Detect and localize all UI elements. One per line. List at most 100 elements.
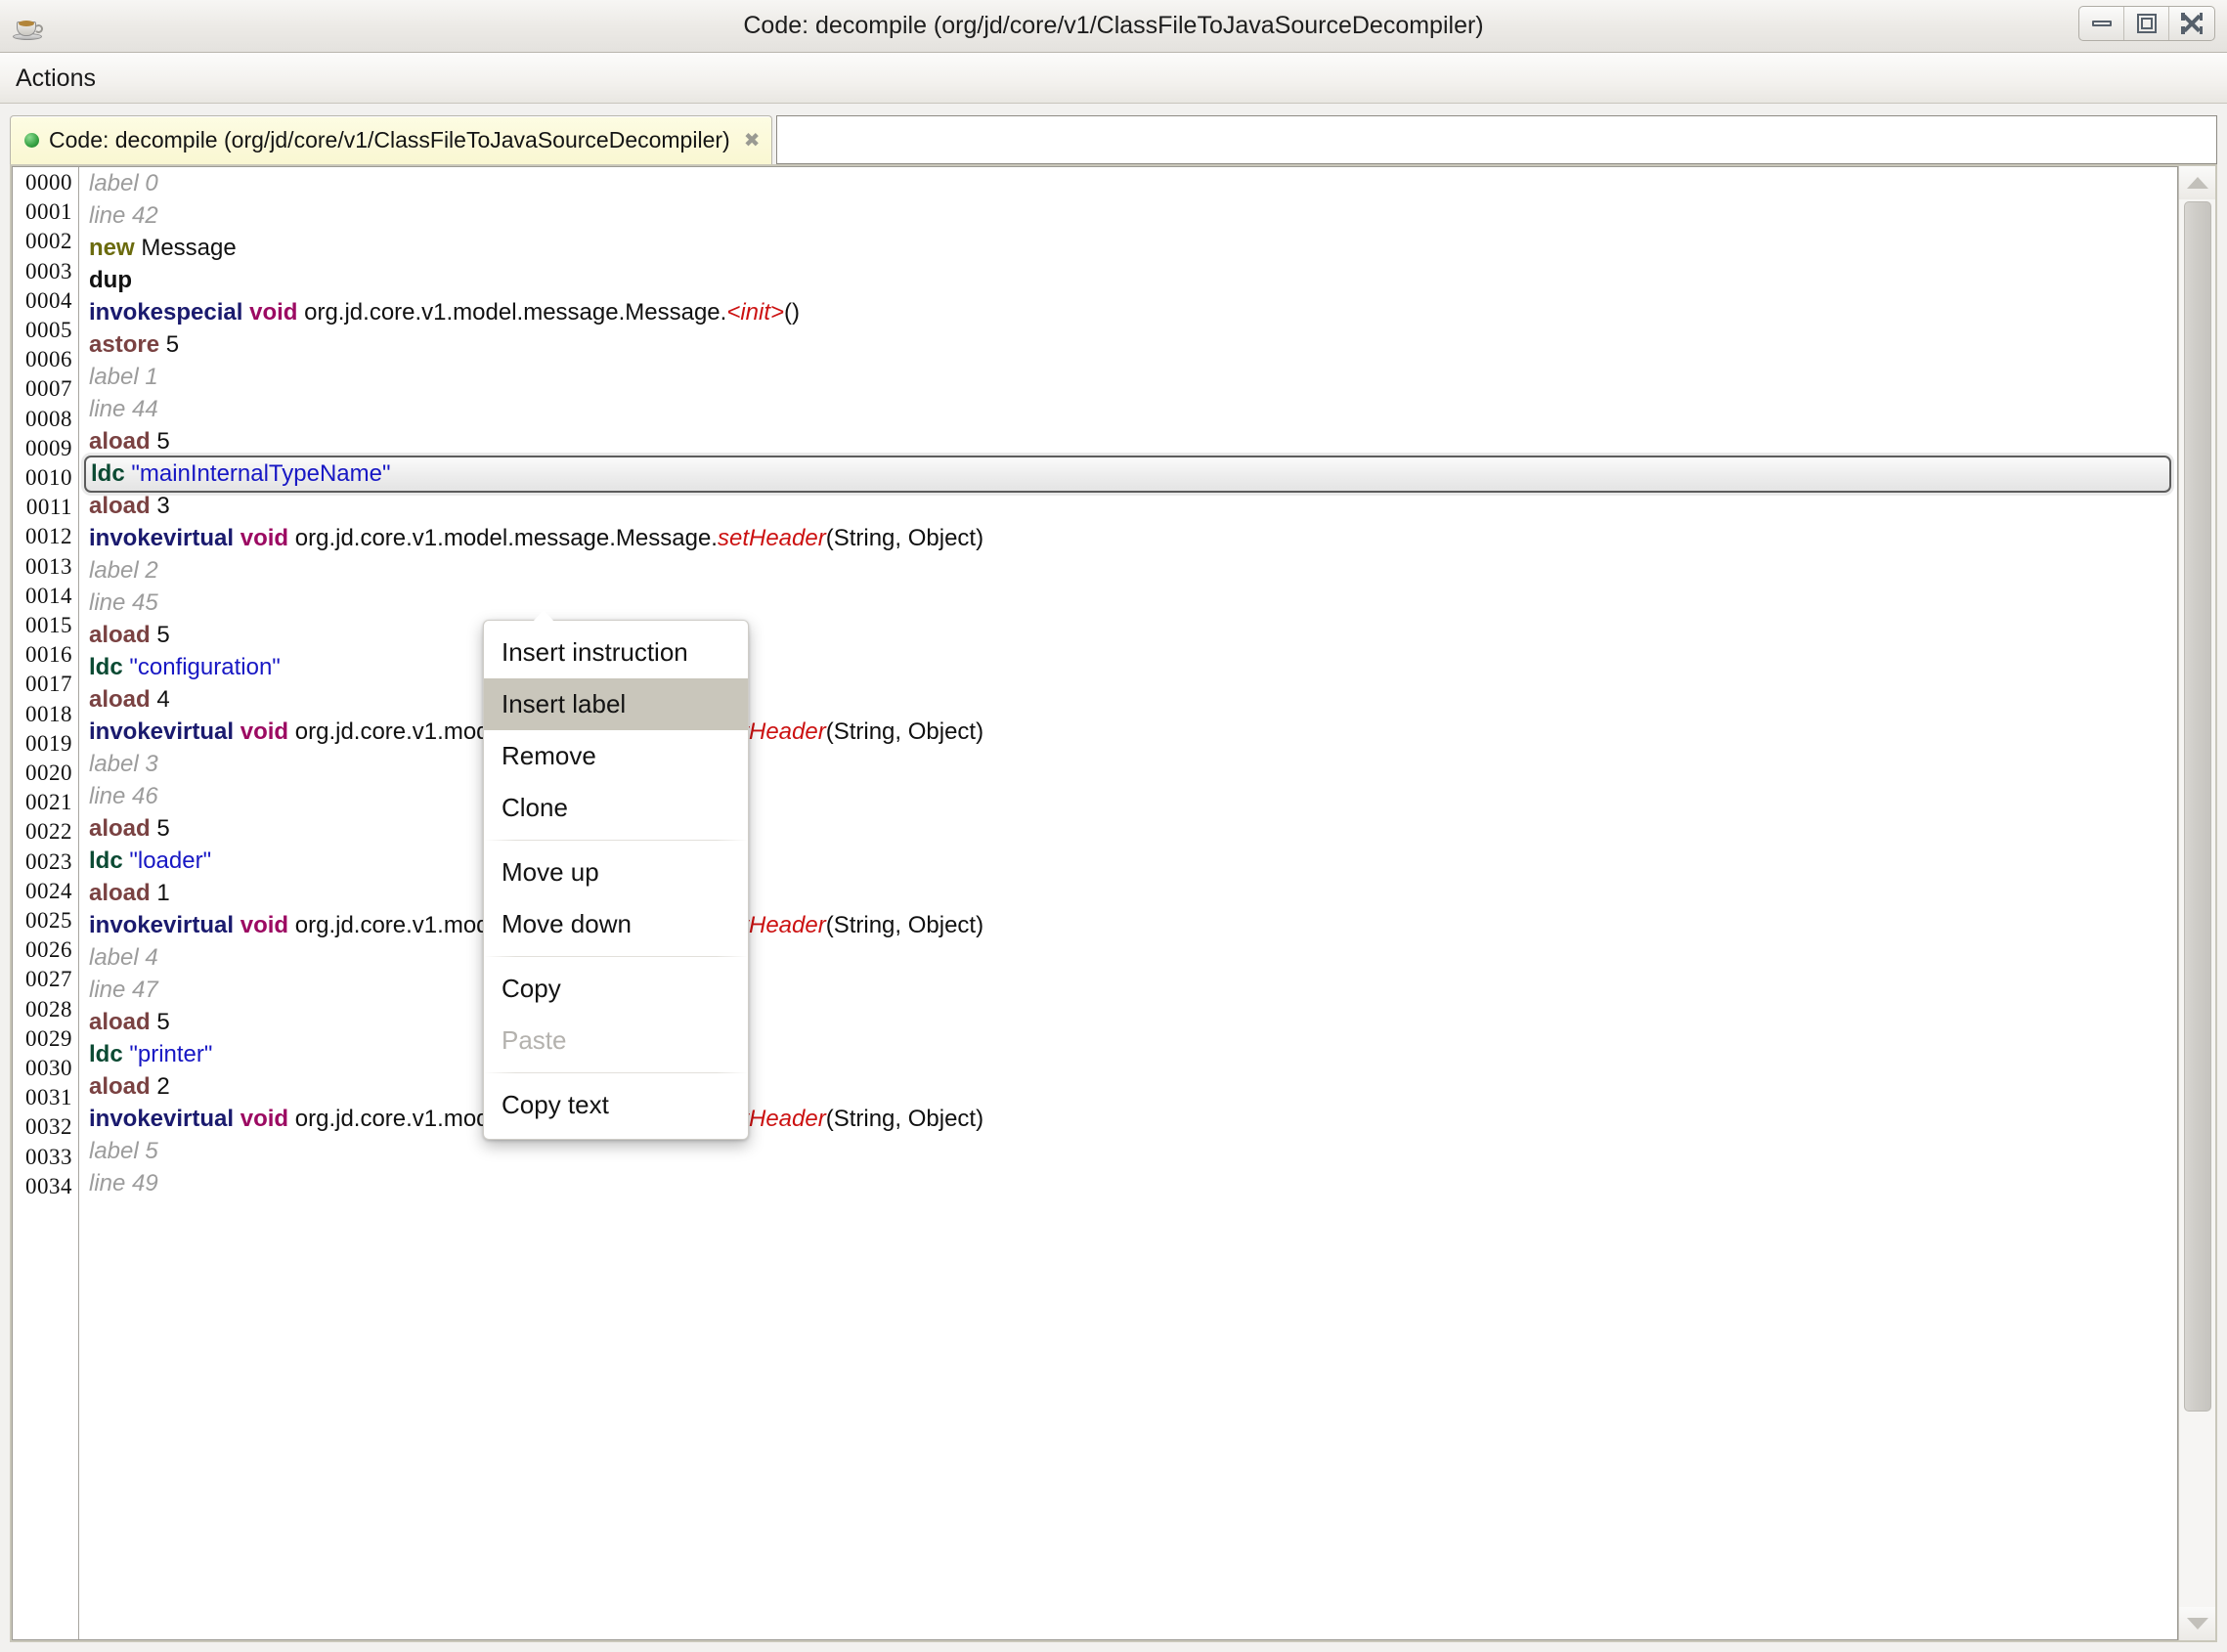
line-number: 0016: [25, 642, 72, 668]
token: line 46: [89, 783, 158, 809]
token: line 44: [89, 396, 158, 422]
instruction-row[interactable]: aload 4: [89, 683, 2177, 716]
instruction-row[interactable]: aload 1: [89, 877, 2177, 909]
token: Message: [141, 235, 236, 261]
line-number: 0012: [25, 524, 72, 549]
triangle-down-icon: [2187, 1618, 2208, 1630]
instruction-row[interactable]: line 46: [89, 780, 2177, 812]
tab-strip: Code: decompile (org/jd/core/v1/ClassFil…: [0, 104, 2227, 164]
line-number: 0001: [25, 199, 72, 225]
menu-item-move-up[interactable]: Move up: [484, 847, 748, 898]
instruction-row[interactable]: invokevirtual void org.jd.core.v1.model.…: [89, 716, 2177, 748]
token: aload: [89, 686, 156, 713]
instruction-row[interactable]: aload 3: [89, 490, 2177, 522]
instruction-row[interactable]: label 4: [89, 941, 2177, 974]
close-icon: [2181, 13, 2203, 34]
instruction-row[interactable]: invokespecial void org.jd.core.v1.model.…: [89, 296, 2177, 328]
instruction-row[interactable]: aload 5: [89, 425, 2177, 457]
instruction-row[interactable]: aload 5: [89, 619, 2177, 651]
menu-item-remove[interactable]: Remove: [484, 730, 748, 782]
line-number: 0027: [25, 967, 72, 992]
scrollbar-thumb[interactable]: [2184, 201, 2211, 1412]
instruction-row[interactable]: line 45: [89, 587, 2177, 619]
tab-close-icon[interactable]: ✖: [744, 131, 761, 151]
context-menu[interactable]: Insert instructionInsert labelRemoveClon…: [483, 620, 749, 1140]
instruction-row[interactable]: aload 2: [89, 1070, 2177, 1103]
token: line 49: [89, 1170, 158, 1196]
instruction-row[interactable]: label 2: [89, 554, 2177, 587]
line-number: 0028: [25, 997, 72, 1022]
instruction-row[interactable]: invokevirtual void org.jd.core.v1.model.…: [89, 1103, 2177, 1135]
instruction-row[interactable]: invokevirtual void org.jd.core.v1.model.…: [89, 522, 2177, 554]
token: 1: [156, 880, 169, 906]
instruction-row[interactable]: ldc "loader": [89, 845, 2177, 877]
token: (String, Object): [826, 718, 983, 745]
instruction-row[interactable]: ldc "configuration": [89, 651, 2177, 683]
menu-actions[interactable]: Actions: [0, 53, 109, 104]
token: <init>: [726, 299, 784, 326]
token: 5: [156, 428, 169, 455]
line-number: 0008: [25, 407, 72, 432]
instruction-row[interactable]: label 5: [89, 1135, 2177, 1167]
code-editor-inner: 0000000100020003000400050006000700080009…: [12, 166, 2178, 1640]
instruction-row[interactable]: ldc "printer": [89, 1038, 2177, 1070]
token: void: [249, 299, 304, 326]
line-number: 0020: [25, 761, 72, 786]
instruction-row[interactable]: label 3: [89, 748, 2177, 780]
instruction-row[interactable]: astore 5: [89, 328, 2177, 361]
scroll-down-button[interactable]: [2179, 1607, 2216, 1640]
close-button[interactable]: [2169, 7, 2214, 40]
line-number-gutter: 0000000100020003000400050006000700080009…: [13, 167, 79, 1639]
instruction-row[interactable]: new Message: [89, 232, 2177, 264]
token: astore: [89, 331, 166, 358]
maximize-button[interactable]: [2124, 7, 2169, 40]
token: 5: [166, 331, 179, 358]
token: line 42: [89, 202, 158, 229]
line-number: 0021: [25, 790, 72, 815]
scrollbar-track[interactable]: [2179, 199, 2216, 1607]
scroll-up-button[interactable]: [2179, 166, 2216, 199]
instruction-row[interactable]: line 49: [89, 1167, 2177, 1199]
line-number: 0015: [25, 613, 72, 638]
line-number: 0011: [26, 495, 72, 520]
line-number: 0024: [25, 879, 72, 904]
instruction-row[interactable]: line 47: [89, 974, 2177, 1006]
menu-item-copy-text[interactable]: Copy text: [484, 1079, 748, 1131]
instruction-row[interactable]: label 1: [89, 361, 2177, 393]
token: aload: [89, 622, 156, 648]
tab-code-decompile[interactable]: Code: decompile (org/jd/core/v1/ClassFil…: [10, 115, 772, 164]
minimize-button[interactable]: [2079, 7, 2124, 40]
line-number: 0009: [25, 436, 72, 461]
line-number: 0033: [25, 1145, 72, 1170]
instruction-row[interactable]: aload 5: [89, 812, 2177, 845]
token: org.jd.core.v1.model.message.Message.: [295, 525, 718, 551]
menu-item-move-down[interactable]: Move down: [484, 898, 748, 950]
instruction-row-selected[interactable]: ldc "mainInternalTypeName": [84, 456, 2171, 493]
instruction-row[interactable]: aload 5: [89, 1006, 2177, 1038]
token: invokevirtual: [89, 718, 240, 745]
window-title: Code: decompile (org/jd/core/v1/ClassFil…: [0, 0, 2227, 52]
line-number: 0006: [25, 347, 72, 372]
token: label 2: [89, 557, 158, 584]
token: 5: [156, 1009, 169, 1035]
token: label 4: [89, 944, 158, 971]
vertical-scrollbar[interactable]: [2178, 166, 2215, 1640]
instruction-row[interactable]: invokevirtual void org.jd.core.v1.model.…: [89, 909, 2177, 941]
menu-item-insert-instruction[interactable]: Insert instruction: [484, 627, 748, 678]
menu-item-copy[interactable]: Copy: [484, 963, 748, 1015]
token: void: [240, 912, 295, 938]
instruction-row[interactable]: label 0: [89, 167, 2177, 199]
bytecode-instruction-list[interactable]: label 0 line 42 new Messagedupinvokespecia…: [79, 167, 2177, 1639]
token: label 1: [89, 364, 158, 390]
instruction-row[interactable]: line 42: [89, 199, 2177, 232]
menu-item-insert-label[interactable]: Insert label: [484, 678, 748, 730]
line-number: 0002: [25, 229, 72, 254]
menu-separator: [484, 840, 748, 841]
instruction-row[interactable]: dup: [89, 264, 2177, 296]
instruction-row[interactable]: line 44: [89, 393, 2177, 425]
menu-separator: [484, 1072, 748, 1073]
menu-item-clone[interactable]: Clone: [484, 782, 748, 834]
token: line 45: [89, 589, 158, 616]
token: (String, Object): [826, 912, 983, 938]
token: void: [240, 718, 295, 745]
